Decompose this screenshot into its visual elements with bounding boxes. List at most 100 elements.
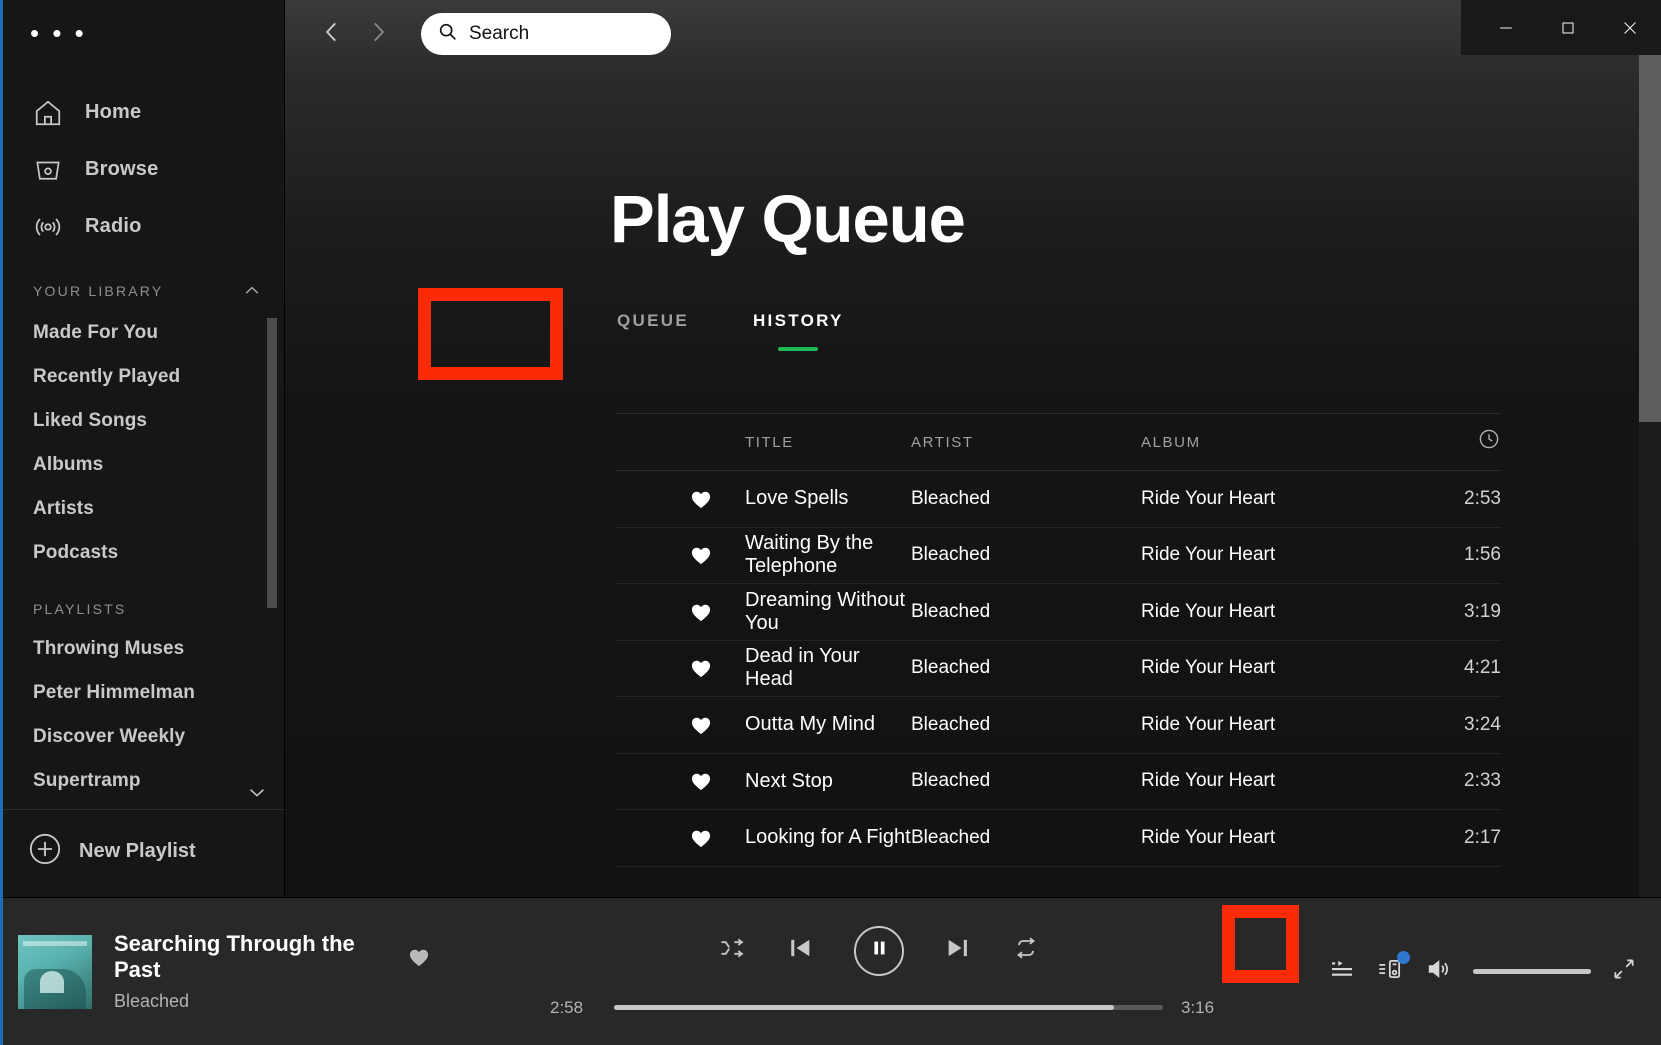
- search-input[interactable]: [469, 23, 655, 45]
- now-playing-title-row: Searching Through the Past: [114, 931, 430, 983]
- like-button[interactable]: [615, 489, 745, 509]
- like-button[interactable]: [615, 545, 745, 565]
- next-track-icon: [944, 934, 972, 967]
- like-button[interactable]: [615, 602, 745, 622]
- header-duration: [1421, 427, 1501, 457]
- repeat-icon: [1012, 934, 1040, 967]
- close-button[interactable]: [1599, 0, 1661, 55]
- sidebar-item-recently-played[interactable]: Recently Played: [0, 355, 284, 399]
- pause-icon: [868, 937, 890, 964]
- sidebar-item-liked-songs[interactable]: Liked Songs: [0, 399, 284, 443]
- like-button[interactable]: [615, 828, 745, 848]
- table-row[interactable]: Love Spells Bleached Ride Your Heart 2:5…: [615, 471, 1501, 528]
- track-title: Waiting By the Telephone: [745, 532, 874, 578]
- page-title: Play Queue: [610, 182, 966, 257]
- track-title: Next Stop: [745, 769, 833, 792]
- now-playing: Searching Through the Past Bleached: [0, 931, 430, 1012]
- topbar: dave-joh: [285, 0, 1661, 68]
- sidebar-playlist-peter-himmelman[interactable]: Peter Himmelman: [0, 671, 284, 715]
- fullscreen-icon: [1611, 956, 1637, 987]
- like-button[interactable]: [615, 715, 745, 735]
- track-title: Love Spells: [745, 487, 849, 510]
- track-artist: Bleached: [911, 770, 991, 792]
- volume-button[interactable]: [1425, 955, 1453, 988]
- minimize-button[interactable]: [1475, 0, 1537, 55]
- library-section-header[interactable]: YOUR LIBRARY: [0, 255, 284, 311]
- track-album: Ride Your Heart: [1141, 600, 1276, 622]
- repeat-button[interactable]: [1012, 934, 1040, 967]
- window-controls: [1461, 0, 1661, 55]
- track-duration: 4:21: [1464, 657, 1501, 679]
- playlists-section: PLAYLISTS Throwing Muses Peter Himmelman…: [0, 575, 284, 809]
- new-playlist-button[interactable]: New Playlist: [0, 809, 284, 897]
- track-title: Dreaming Without You: [745, 588, 906, 634]
- sidebar-item-label: Radio: [85, 215, 142, 237]
- sidebar-playlist-supertramp[interactable]: Supertramp: [0, 759, 284, 803]
- progress-fill: [614, 1005, 1114, 1010]
- sidebar-item-made-for-you[interactable]: Made For You: [0, 311, 284, 355]
- search-box[interactable]: [421, 13, 671, 55]
- maximize-button[interactable]: [1537, 0, 1599, 55]
- track-album: Ride Your Heart: [1141, 713, 1276, 735]
- volume-fill: [1473, 969, 1591, 974]
- playlists-list: Throwing Muses Peter Himmelman Discover …: [0, 627, 284, 809]
- main-scrollbar-thumb[interactable]: [1639, 22, 1661, 422]
- previous-button[interactable]: [786, 934, 814, 967]
- chevron-down-icon[interactable]: [246, 781, 268, 803]
- volume-slider[interactable]: [1473, 969, 1591, 974]
- track-title: Outta My Mind: [745, 713, 876, 736]
- album-art-figure: [40, 970, 64, 993]
- sidebar-item-podcasts[interactable]: Podcasts: [0, 531, 284, 575]
- track-duration: 1:56: [1464, 544, 1501, 566]
- header-title: TITLE: [745, 433, 794, 451]
- now-playing-like-button[interactable]: [408, 947, 430, 967]
- sidebar-item-browse[interactable]: Browse: [0, 141, 284, 198]
- shuffle-button[interactable]: [718, 934, 746, 967]
- sidebar-playlist-discover-weekly[interactable]: Discover Weekly: [0, 715, 284, 759]
- play-pause-button[interactable]: [853, 925, 904, 976]
- sidebar-item-albums[interactable]: Albums: [0, 443, 284, 487]
- album-art[interactable]: [18, 934, 92, 1009]
- tab-history-label: HISTORY: [752, 311, 844, 330]
- active-tab-indicator: [778, 347, 819, 351]
- next-button[interactable]: [944, 934, 972, 967]
- sidebar-scrollbar-thumb[interactable]: [267, 318, 277, 608]
- elapsed-time: 2:58: [550, 997, 584, 1017]
- sidebar-item-radio[interactable]: Radio: [0, 198, 284, 255]
- connect-device-button[interactable]: [1377, 951, 1410, 988]
- heart-icon: [690, 828, 712, 848]
- playlists-header-label: PLAYLISTS: [33, 601, 127, 617]
- fullscreen-button[interactable]: [1611, 956, 1637, 987]
- playback-controls: [718, 925, 1040, 976]
- track-album: Ride Your Heart: [1141, 657, 1276, 679]
- sidebar-item-home[interactable]: Home: [0, 84, 284, 141]
- sidebar-playlist-throwing-muses[interactable]: Throwing Muses: [0, 627, 284, 671]
- table-row[interactable]: Outta My Mind Bleached Ride Your Heart 3…: [615, 697, 1501, 754]
- table-row[interactable]: Looking for A Fight Bleached Ride Your H…: [615, 810, 1501, 867]
- forward-button[interactable]: [355, 11, 401, 57]
- progress-bar[interactable]: [614, 1005, 1163, 1010]
- window-focus-border: [0, 0, 3, 1045]
- table-row[interactable]: Next Stop Bleached Ride Your Heart 2:33: [615, 754, 1501, 810]
- sidebar-item-artists[interactable]: Artists: [0, 487, 284, 531]
- track-artist: Bleached: [911, 487, 991, 509]
- chevron-up-icon[interactable]: [242, 281, 262, 301]
- table-row[interactable]: Waiting By the Telephone Bleached Ride Y…: [615, 528, 1501, 584]
- queue-button[interactable]: [1327, 954, 1357, 989]
- table-row[interactable]: Dreaming Without You Bleached Ride Your …: [615, 584, 1501, 641]
- tab-queue[interactable]: QUEUE: [615, 305, 691, 331]
- radio-icon: [33, 212, 63, 242]
- menu-dots-button[interactable]: • • •: [0, 0, 284, 56]
- tab-bar: QUEUE HISTORY: [285, 253, 1661, 351]
- header-album: ALBUM: [1141, 433, 1201, 451]
- like-button[interactable]: [615, 771, 745, 791]
- back-button[interactable]: [309, 11, 355, 57]
- table-row[interactable]: Dead in Your Head Bleached Ride Your Hea…: [615, 641, 1501, 697]
- device-notification-dot: [1397, 951, 1410, 964]
- track-artist: Bleached: [911, 657, 991, 679]
- header-artist: ARTIST: [911, 433, 974, 451]
- shuffle-icon: [718, 934, 746, 967]
- like-button[interactable]: [615, 658, 745, 678]
- tab-history[interactable]: HISTORY: [751, 305, 846, 351]
- player-center: 2:58 3:16: [430, 925, 1327, 1018]
